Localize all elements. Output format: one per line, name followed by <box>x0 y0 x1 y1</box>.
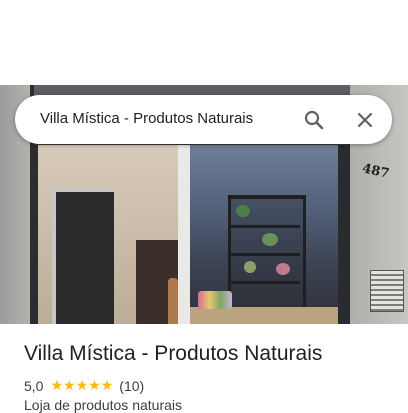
search-input[interactable]: Villa Mística - Produtos Naturais <box>40 110 253 127</box>
photo-plant <box>262 233 278 246</box>
search-icon[interactable] <box>302 108 326 132</box>
photo-vent <box>370 270 404 312</box>
search-bar[interactable]: Villa Mística - Produtos Naturais <box>15 95 392 144</box>
star-icon: ★ <box>100 378 114 394</box>
photo-shelf-row <box>228 253 300 256</box>
photo-shelf-row <box>228 281 300 284</box>
rating-value: 5,0 <box>24 378 44 394</box>
photo-shelf-row <box>228 225 300 228</box>
map-top-area <box>0 0 408 85</box>
place-category: Loja de produtos naturais <box>24 397 182 413</box>
photo-plant <box>236 205 250 217</box>
place-info-panel[interactable]: Villa Mística - Produtos Naturais 5,0 ★ ★… <box>0 324 408 413</box>
photo-plant <box>276 263 290 275</box>
photo-frame-right <box>338 145 350 324</box>
photo-pole <box>168 278 178 324</box>
star-icon: ★ <box>63 378 76 394</box>
rating-row[interactable]: 5,0 ★ ★ ★ ★ ★ (10) <box>24 377 144 395</box>
star-icon: ★ <box>75 378 89 394</box>
photo-inner-door <box>52 188 114 324</box>
close-icon[interactable] <box>353 108 377 132</box>
review-count[interactable]: (10) <box>119 378 144 394</box>
star-icon: ★ <box>50 378 64 394</box>
photo-plant <box>244 261 256 273</box>
star-icon: ★ <box>88 378 101 394</box>
photo-products <box>198 291 232 309</box>
star-rating: ★ ★ ★ ★ ★ <box>50 379 113 393</box>
place-title: Villa Mística - Produtos Naturais <box>24 342 323 365</box>
photo-counter <box>190 307 338 324</box>
photo-door-frame <box>178 145 190 324</box>
